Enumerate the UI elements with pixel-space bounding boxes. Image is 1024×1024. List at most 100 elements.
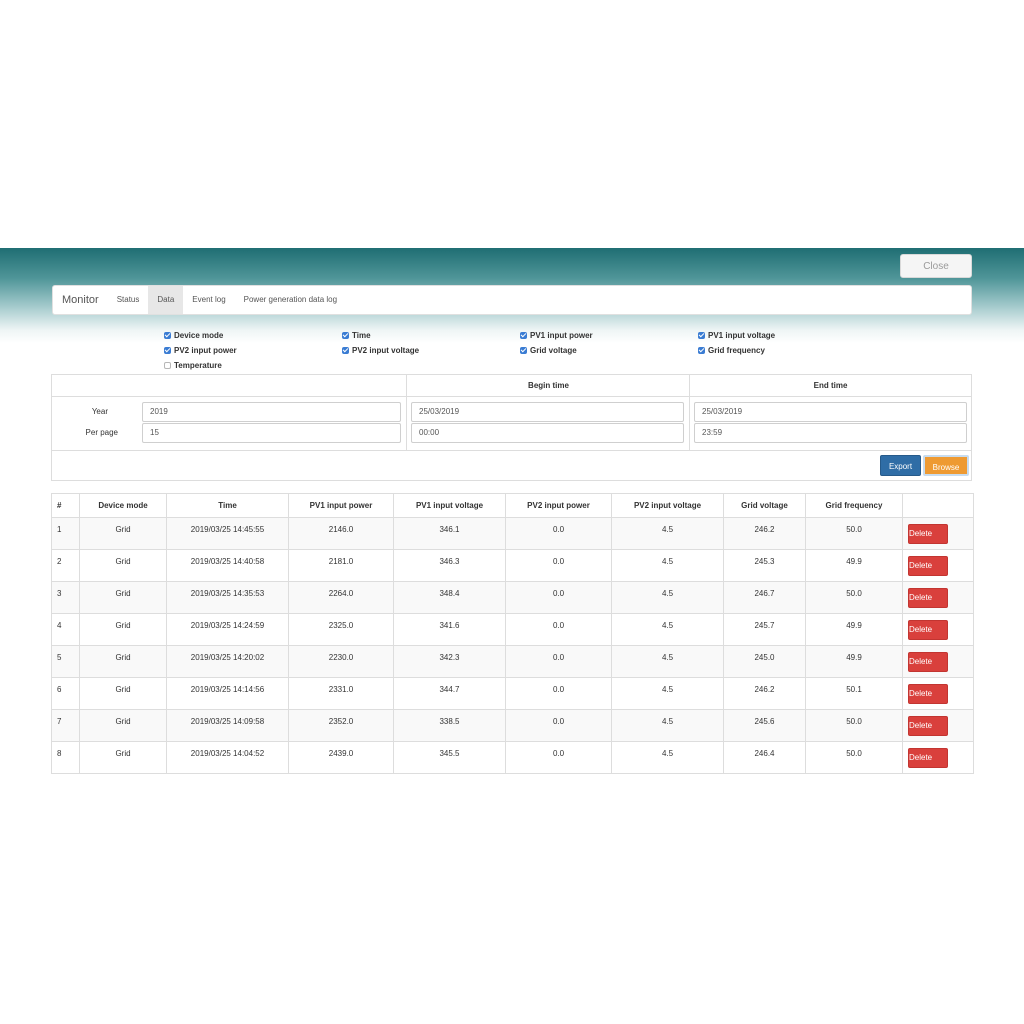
table-row: 3 Grid 2019/03/25 14:35:53 2264.0 348.4 0.0 4.… <box>51 581 974 614</box>
end-time-input[interactable]: 23:59 <box>694 423 967 443</box>
tab-data[interactable]: Data <box>148 286 184 314</box>
end-date-input[interactable]: 25/03/2019 <box>694 402 967 422</box>
column-header-grid-frequency: Grid frequency <box>805 493 903 518</box>
checkbox-label: Grid frequency <box>708 345 765 355</box>
cell-value: 245.7 <box>754 621 775 630</box>
cell-row-index: 3 <box>51 581 80 614</box>
cell-value: 2 <box>57 557 62 566</box>
begin-date-input[interactable]: 25/03/2019 <box>411 402 684 422</box>
checkbox-checked-icon[interactable] <box>164 346 171 354</box>
cell-time: 2019/03/25 14:09:58 <box>166 709 289 742</box>
cell-value: 50.0 <box>846 525 862 534</box>
column-header-pv1-input-power: PV1 input power <box>288 493 394 518</box>
cell-actions: Delete <box>902 549 974 582</box>
delete-button[interactable]: Delete <box>908 715 948 736</box>
cell-actions: Delete <box>902 613 974 646</box>
checkbox-checked-icon[interactable] <box>342 331 349 339</box>
cell-value: 2325.0 <box>328 621 354 630</box>
cell-grid-frequency: 49.9 <box>805 645 903 678</box>
year-input[interactable]: 2019 <box>142 402 401 422</box>
delete-button[interactable]: Delete <box>908 651 948 672</box>
cell-value: 8 <box>57 749 62 758</box>
checkbox-checked-icon[interactable] <box>520 331 527 339</box>
cell-value: 0.0 <box>552 717 565 726</box>
column-divider <box>689 375 690 450</box>
cell-pv2-input-power: 0.0 <box>505 517 612 550</box>
cell-value: 346.1 <box>439 525 460 534</box>
field-checkbox-pv1-input-voltage[interactable]: PV1 input voltage <box>698 330 876 340</box>
checkbox-unchecked-icon[interactable] <box>164 361 171 369</box>
column-header-grid-voltage: Grid voltage <box>723 493 806 518</box>
column-header-pv2-input-power: PV2 input power <box>505 493 612 518</box>
delete-button[interactable]: Delete <box>908 619 948 640</box>
delete-button[interactable]: Delete <box>908 523 948 544</box>
tab-status[interactable]: Status <box>108 286 149 314</box>
cell-value: 2019/03/25 14:45:55 <box>190 525 265 534</box>
cell-value: 50.0 <box>846 717 862 726</box>
table-row: 2 Grid 2019/03/25 14:40:58 2181.0 346.3 0.0 4.… <box>51 549 974 582</box>
cell-pv2-input-power: 0.0 <box>505 581 612 614</box>
data-table: # Device mode Time PV1 input power PV1 i… <box>51 493 974 774</box>
cell-time: 2019/03/25 14:04:52 <box>166 741 289 774</box>
cell-value: 245.0 <box>754 653 775 662</box>
cell-device-mode: Grid <box>79 613 167 646</box>
tab-power-generation-data-log[interactable]: Power generation data log <box>235 286 346 314</box>
cell-time: 2019/03/25 14:35:53 <box>166 581 289 614</box>
cell-time: 2019/03/25 14:40:58 <box>166 549 289 582</box>
tab-event-log[interactable]: Event log <box>183 286 234 314</box>
field-checkbox-grid-frequency[interactable]: Grid frequency <box>698 345 876 355</box>
field-checkbox-pv2-input-power[interactable]: PV2 input power <box>164 345 342 355</box>
cell-value: 2439.0 <box>328 749 354 758</box>
cell-device-mode: Grid <box>79 677 167 710</box>
checkbox-label: Device mode <box>174 330 224 340</box>
cell-pv2-input-voltage: 4.5 <box>611 581 724 614</box>
table-row: 4 Grid 2019/03/25 14:24:59 2325.0 341.6 0.0 4.… <box>51 613 974 646</box>
cell-value: 0.0 <box>552 557 565 566</box>
field-checkbox-time[interactable]: Time <box>342 330 520 340</box>
column-header-pv2-input-voltage: PV2 input voltage <box>611 493 724 518</box>
row-divider <box>52 450 971 451</box>
cell-value: 7 <box>57 717 62 726</box>
checkbox-checked-icon[interactable] <box>342 346 349 354</box>
checkbox-label: PV2 input power <box>174 345 237 355</box>
cell-grid-frequency: 49.9 <box>805 613 903 646</box>
cell-value: 6 <box>57 685 62 694</box>
checkbox-label: Grid voltage <box>530 345 577 355</box>
checkbox-checked-icon[interactable] <box>698 346 705 354</box>
cell-value: 2019/03/25 14:24:59 <box>190 621 265 630</box>
checkbox-checked-icon[interactable] <box>698 331 705 339</box>
cell-pv2-input-power: 0.0 <box>505 709 612 742</box>
column-header-time: Time <box>166 493 289 518</box>
close-button[interactable]: Close <box>900 254 972 278</box>
per-page-input[interactable]: 15 <box>142 423 401 443</box>
field-checkbox-pv2-input-voltage[interactable]: PV2 input voltage <box>342 345 520 355</box>
field-checkbox-pv1-input-power[interactable]: PV1 input power <box>520 330 698 340</box>
checkbox-checked-icon[interactable] <box>164 331 171 339</box>
delete-button[interactable]: Delete <box>908 747 948 768</box>
field-checkbox-grid-voltage[interactable]: Grid voltage <box>520 345 698 355</box>
cell-value: 0.0 <box>552 749 565 758</box>
cell-row-index: 7 <box>51 709 80 742</box>
cell-actions: Delete <box>902 709 974 742</box>
per-page-label: Per page <box>85 428 118 437</box>
cell-value: 4.5 <box>661 621 674 630</box>
delete-button[interactable]: Delete <box>908 587 948 608</box>
cell-value: 2019/03/25 14:09:58 <box>190 717 265 726</box>
cell-value: 2230.0 <box>328 653 354 662</box>
table-header-row: # Device mode Time PV1 input power PV1 i… <box>51 493 974 518</box>
delete-button[interactable]: Delete <box>908 683 948 704</box>
cell-value: 246.2 <box>754 525 775 534</box>
checkbox-checked-icon[interactable] <box>520 346 527 354</box>
export-button[interactable]: Export <box>880 455 921 476</box>
field-checkbox-temperature[interactable]: Temperature <box>164 360 342 370</box>
browse-button[interactable]: Browse <box>923 455 969 476</box>
begin-time-input[interactable]: 00:00 <box>411 423 684 443</box>
field-checkbox-device-mode[interactable]: Device mode <box>164 330 342 340</box>
data-table-container: # Device mode Time PV1 input power PV1 i… <box>51 493 974 774</box>
cell-value: 4.5 <box>661 653 674 662</box>
cell-value: 2019/03/25 14:35:53 <box>190 589 265 598</box>
cell-value: 4.5 <box>661 525 674 534</box>
cell-pv1-input-voltage: 341.6 <box>393 613 506 646</box>
delete-button[interactable]: Delete <box>908 555 948 576</box>
checkbox-label: PV1 input voltage <box>708 330 776 340</box>
